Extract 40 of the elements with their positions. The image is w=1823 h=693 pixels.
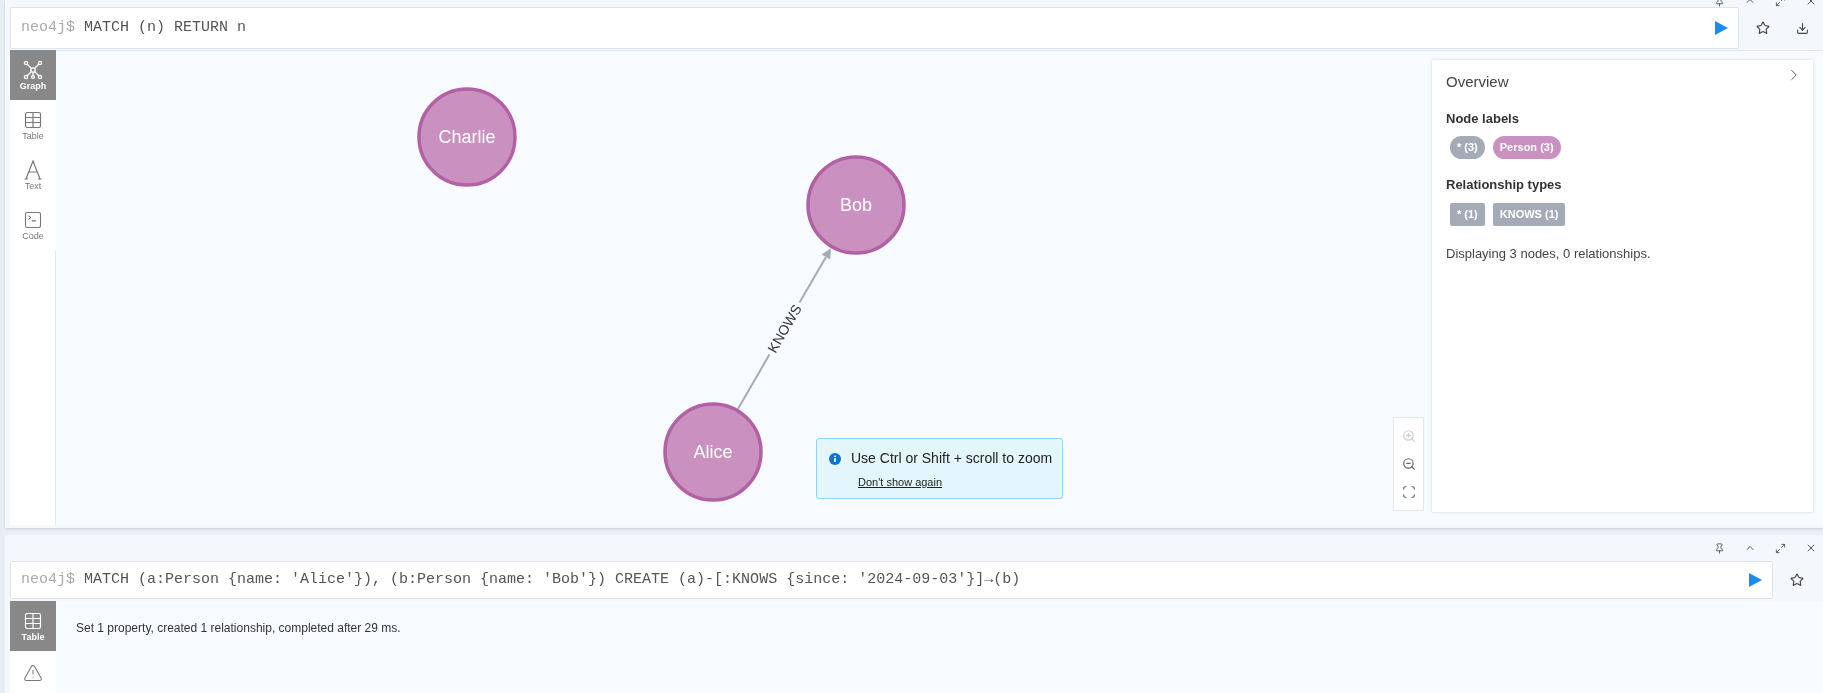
table-icon: [23, 610, 43, 631]
result-message: Set 1 property, created 1 relationship, completed after 29 ms.: [76, 621, 401, 635]
dont-show-again-link[interactable]: Don't show again: [858, 474, 1062, 491]
editor-prompt: neo4j$: [21, 569, 75, 590]
graph-node[interactable]: Charlie: [417, 87, 517, 187]
info-icon: [829, 452, 841, 465]
editor-prompt: neo4j$: [21, 17, 75, 38]
view-tab[interactable]: Graph: [10, 50, 56, 100]
overview-title: Overview: [1446, 72, 1509, 92]
warning-icon[interactable]: [23, 663, 43, 683]
relationship-arrow[interactable]: [737, 248, 831, 410]
query-text: MATCH (a:Person {name: 'Alice'}), (b:Person {name: 'Bob'}) CREATE (a)-[:KNOWS {since: '2024-09-03'}]→(b): [84, 569, 1022, 590]
overview-summary: Displaying 3 nodes, 0 relationships.: [1446, 244, 1652, 263]
node-label-chip[interactable]: Person (3): [1492, 136, 1561, 159]
pin-icon[interactable]: [1714, 542, 1725, 554]
relationship-type-chip[interactable]: * (1): [1450, 202, 1485, 226]
download-icon: [1795, 21, 1809, 35]
node-labels-heading: Node labels: [1446, 109, 1520, 128]
table-icon: [23, 109, 43, 130]
graph-icon: [23, 59, 43, 80]
zoom-out-icon[interactable]: [1401, 457, 1416, 471]
run-icon[interactable]: [1715, 21, 1728, 35]
fullscreen-icon[interactable]: [1775, 542, 1786, 554]
terminal-icon: [23, 209, 43, 230]
relationship-type-chip[interactable]: KNOWS (1): [1492, 202, 1566, 226]
relationship-types-heading: Relationship types: [1446, 176, 1563, 194]
view-tab[interactable]: Table: [10, 601, 56, 651]
close-icon[interactable]: [1805, 542, 1817, 554]
query-text: MATCH (n) RETURN n: [84, 17, 248, 38]
star-icon: [1756, 21, 1770, 35]
graph-node[interactable]: Alice: [663, 402, 763, 502]
text-icon: [24, 159, 42, 180]
query-editor[interactable]: neo4j$ MATCH (a:Person {name: 'Alice'}), (b:Person {name: 'Bob'}) CREATE (a)-[:KNOWS {since: '2024-09-03'}]→(b): [10, 561, 1773, 599]
node-label-chip[interactable]: * (3): [1450, 136, 1485, 159]
fit-icon[interactable]: [1401, 485, 1416, 499]
run-icon[interactable]: [1749, 573, 1762, 587]
tooltip-message: Use Ctrl or Shift + scroll to zoom: [851, 449, 1053, 468]
query-editor[interactable]: neo4j$ MATCH (n) RETURN n: [10, 7, 1739, 49]
star-icon: [1790, 573, 1804, 587]
graph-node[interactable]: Bob: [806, 155, 906, 255]
